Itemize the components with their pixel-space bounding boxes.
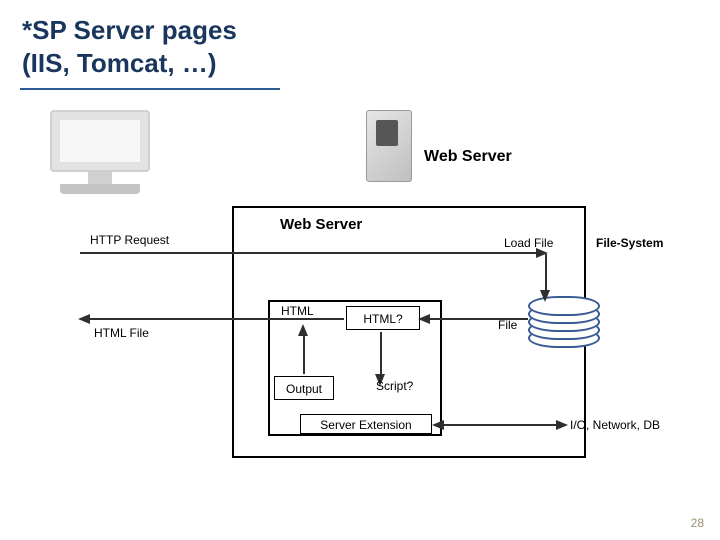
io-arrow-line xyxy=(444,424,556,426)
load-to-disk-down xyxy=(545,254,547,294)
file-arrow-line xyxy=(428,318,528,320)
html-question-box: HTML? xyxy=(346,306,420,330)
load-file-label: Load File xyxy=(504,236,553,250)
io-arrow-left xyxy=(432,420,444,430)
page-number: 28 xyxy=(691,516,704,530)
file-system-label: File-System xyxy=(596,236,663,250)
file-label: File xyxy=(498,318,517,332)
htmlq-down-line xyxy=(380,332,382,376)
title-line-2: (IIS, Tomcat, …) xyxy=(22,48,217,78)
html-return-arrow xyxy=(78,314,90,324)
title-underline xyxy=(20,88,280,90)
io-arrow-right xyxy=(556,420,568,430)
slide-title: *SP Server pages (IIS, Tomcat, …) xyxy=(22,14,237,79)
title-line-1: *SP Server pages xyxy=(22,15,237,45)
html-return-line xyxy=(88,318,344,320)
server-extension-label: Server Extension xyxy=(300,414,432,434)
html-label: HTML xyxy=(281,304,314,318)
client-computer-icon xyxy=(30,110,170,210)
server-tower-icon xyxy=(358,106,420,186)
script-question-label: Script? xyxy=(376,379,413,393)
io-network-db-label: I/O, Network, DB xyxy=(570,418,660,432)
disk-stack-icon xyxy=(528,292,600,354)
http-request-label: HTTP Request xyxy=(90,233,169,247)
output-up-arrow xyxy=(298,324,308,336)
output-box: Output xyxy=(274,376,334,400)
html-file-label: HTML File xyxy=(94,326,149,340)
load-to-disk-arrow xyxy=(540,290,550,302)
file-arrow-head xyxy=(418,314,430,324)
output-up-line xyxy=(303,334,305,374)
http-request-line xyxy=(80,252,536,254)
server-label: Web Server xyxy=(424,148,512,166)
web-server-box-title: Web Server xyxy=(280,216,362,233)
